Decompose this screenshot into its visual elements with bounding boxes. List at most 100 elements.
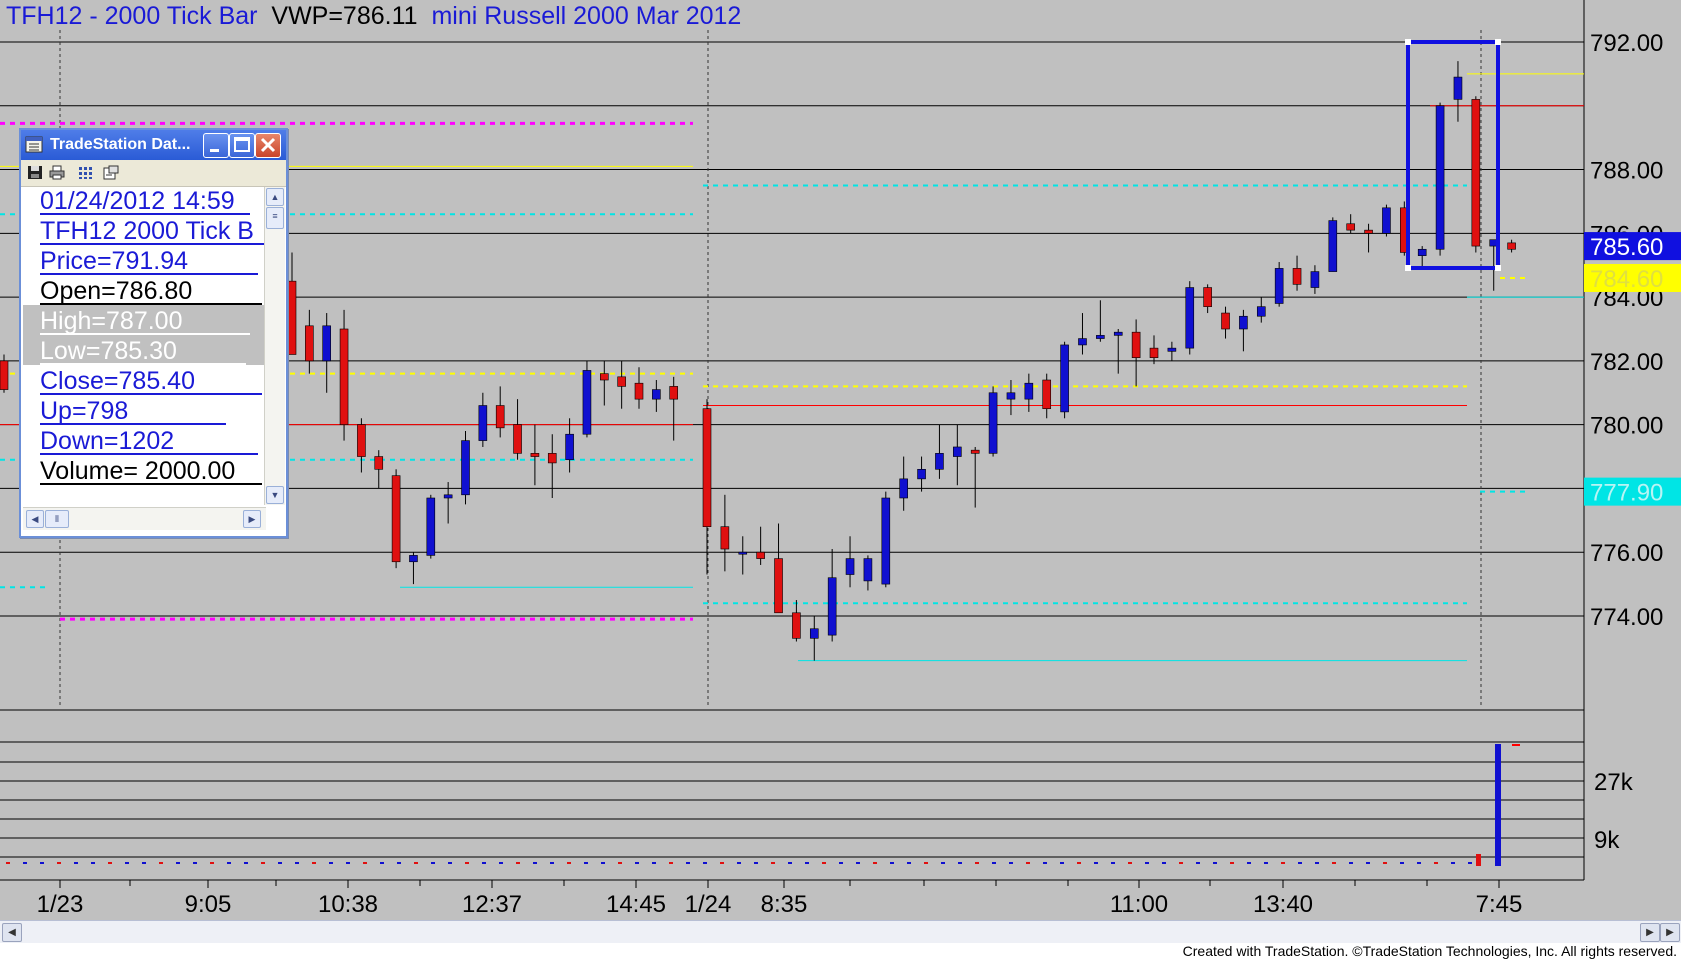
candle-body <box>339 328 349 425</box>
scroll-down-button[interactable]: ▼ <box>266 486 284 504</box>
candle-body <box>1507 242 1516 250</box>
candle-body <box>1185 287 1195 349</box>
volume-bar <box>1145 862 1149 864</box>
volume-bar <box>193 862 197 864</box>
volume-bar <box>159 862 163 864</box>
volume-bar <box>907 862 911 864</box>
candle-body <box>1417 248 1427 256</box>
volume-bar <box>941 862 945 864</box>
candle-body <box>409 555 418 563</box>
volume-bar <box>924 862 928 864</box>
volume-bar <box>227 862 231 864</box>
candle-body <box>1382 207 1391 234</box>
candle-body <box>599 373 609 381</box>
dw-date: 01/24/2012 14:59 <box>40 187 235 215</box>
candle-body <box>582 370 592 435</box>
time-axis-label: 1/24 <box>685 891 732 918</box>
volume-bar <box>1315 862 1319 864</box>
price-axis-label: 774.00 <box>1590 604 1663 631</box>
maximize-icon <box>234 137 250 152</box>
dw-close: Close=785.40 <box>40 367 195 395</box>
candle-body <box>827 577 837 636</box>
dw-close-underline <box>40 393 262 395</box>
print-icon[interactable] <box>49 165 65 180</box>
volume-bar <box>1512 744 1520 746</box>
dw-open: Open=786.80 <box>40 277 193 305</box>
chart-scroll-right[interactable]: ▶ <box>1640 923 1660 942</box>
scroll-up-button[interactable]: ▲ <box>266 188 284 206</box>
candle-body <box>547 453 557 464</box>
minimize-button[interactable] <box>203 133 229 158</box>
volume-bar <box>448 862 452 864</box>
volume-bar <box>1281 862 1285 864</box>
yellow-price-tag: 784.60 <box>1590 266 1663 293</box>
volume-bar <box>533 862 537 864</box>
price-axis-label: 782.00 <box>1590 349 1663 376</box>
volume-bar <box>601 862 605 864</box>
scroll-thumb[interactable]: ≡ <box>266 207 284 229</box>
dw-down-underline <box>40 453 258 455</box>
candle-body <box>1239 315 1248 330</box>
volume-bar <box>618 862 622 864</box>
scroll-left-button[interactable]: ◀ <box>26 510 44 528</box>
chart-hscrollbar[interactable]: ◀ ▶ ▶ <box>0 920 1681 943</box>
volume-bar <box>1111 862 1115 864</box>
candle-body <box>495 405 505 429</box>
volume-bar <box>1451 862 1455 864</box>
time-axis-label: 1/23 <box>37 891 84 918</box>
volume-bar <box>278 862 282 864</box>
volume-bar <box>6 862 10 864</box>
volume-bar <box>1476 854 1481 866</box>
maximize-button[interactable] <box>229 133 255 158</box>
candle-body <box>953 446 962 457</box>
data-window-titlebar[interactable]: TradeStation Dat... <box>21 130 286 160</box>
volume-bar <box>873 862 877 864</box>
dw-high-underline <box>40 333 250 335</box>
hscroll-thumb[interactable]: ⦀ <box>45 510 69 528</box>
selection-handle <box>1495 265 1501 271</box>
volume-bar <box>1043 862 1047 864</box>
candle-body <box>565 433 574 461</box>
time-axis-label: 8:35 <box>761 891 808 918</box>
candle-body <box>0 360 9 390</box>
data-window[interactable]: TradeStation Dat... 01/24/2012 14:59 TFH… <box>19 128 288 538</box>
volume-bar <box>635 862 639 864</box>
chart-title: TFH12 - 2000 Tick Bar VWP=786.11 mini Ru… <box>6 2 741 31</box>
candle-body <box>792 612 801 639</box>
candle-body <box>461 440 470 496</box>
candle-body <box>970 449 980 454</box>
chart-scroll-right-end[interactable]: ▶ <box>1660 923 1680 942</box>
volume-bar <box>125 862 129 864</box>
volume-bar <box>261 862 265 864</box>
chart-area[interactable]: 792.00788.00786.00784.00782.00780.00776.… <box>0 0 1681 961</box>
data-window-values: 01/24/2012 14:59 TFH12 2000 Tick B Price… <box>23 187 264 505</box>
volume-bar <box>1383 862 1387 864</box>
candle-body <box>1310 271 1320 288</box>
data-window-hscroll[interactable]: ◀ ⦀ ▶ <box>23 507 266 530</box>
volume-bar <box>856 862 860 864</box>
dw-volume-underline <box>40 483 262 485</box>
candle-body <box>1471 99 1481 247</box>
candle-body <box>478 405 488 441</box>
dw-volume: Volume= 2000.00 <box>40 457 236 485</box>
data-window-vscroll[interactable]: ▲ ≡ ▼ <box>264 187 285 505</box>
grid-icon[interactable] <box>77 165 93 180</box>
candle-body <box>634 382 644 400</box>
current-price-tag: 785.60 <box>1590 234 1663 261</box>
chart-scroll-left[interactable]: ◀ <box>2 923 22 942</box>
time-axis-label: 12:37 <box>462 891 522 918</box>
volume-bar <box>1077 862 1081 864</box>
close-button[interactable] <box>255 133 281 158</box>
volume-bar <box>1179 862 1183 864</box>
candle-body <box>738 551 748 555</box>
minimize-icon <box>210 149 219 152</box>
scroll-right-button[interactable]: ▶ <box>243 510 261 528</box>
volume-bar <box>57 862 61 864</box>
dw-low-underline <box>40 363 246 365</box>
volume-bar <box>346 862 350 864</box>
time-axis-label: 7:45 <box>1476 891 1523 918</box>
volume-bar <box>1495 744 1501 866</box>
save-icon[interactable] <box>27 165 43 180</box>
volume-bar <box>1349 862 1353 864</box>
properties-icon[interactable] <box>103 165 119 180</box>
